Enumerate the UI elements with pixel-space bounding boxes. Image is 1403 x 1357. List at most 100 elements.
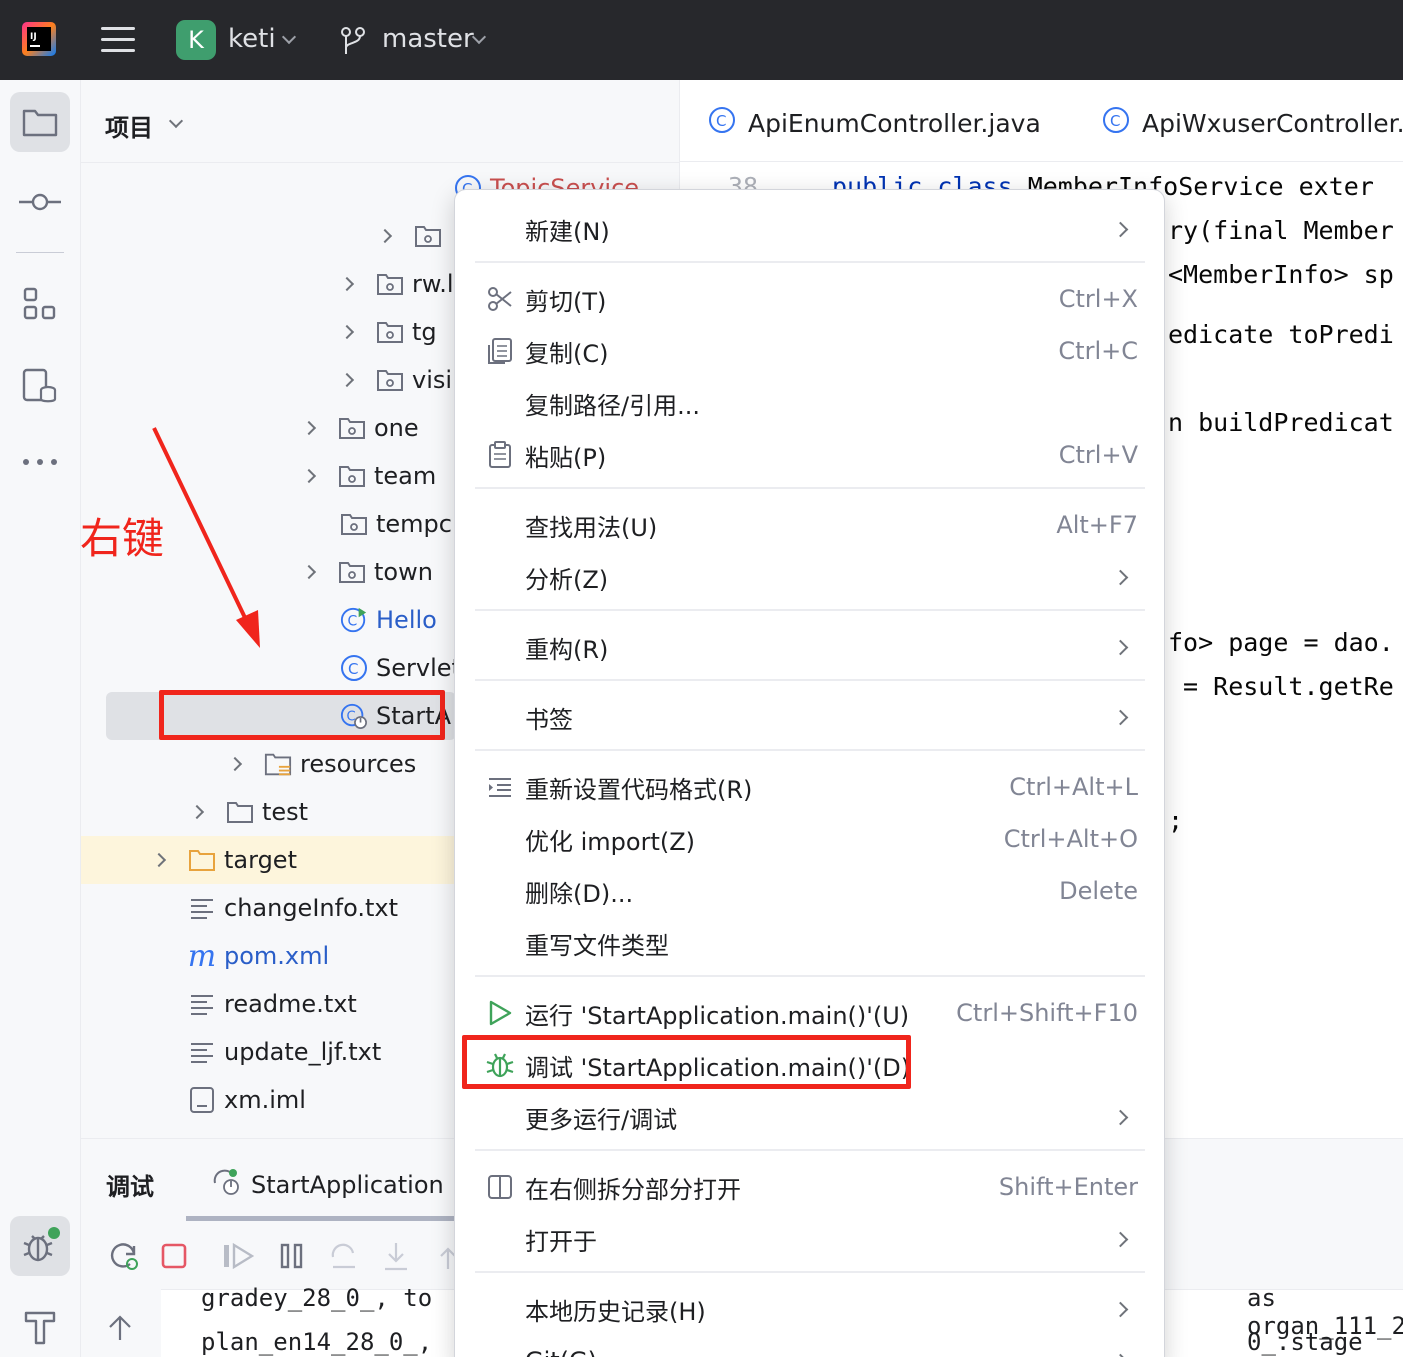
chevron-down-icon[interactable] xyxy=(281,29,297,45)
step-over-icon[interactable] xyxy=(327,1239,361,1273)
chevron-right-icon[interactable] xyxy=(339,276,355,292)
chevron-right-icon[interactable] xyxy=(301,420,317,436)
menu-item-open-in-split[interactable]: 在右侧拆分部分打开 Shift+Enter xyxy=(455,1161,1164,1213)
tree-item-tempc[interactable]: tempc xyxy=(340,500,452,548)
chevron-right-icon xyxy=(1112,1231,1129,1247)
console-line: plan_en14_28_0_, xyxy=(201,1328,433,1356)
code-line[interactable]: n buildPredicat xyxy=(1168,408,1394,437)
chevron-down-icon[interactable] xyxy=(471,29,487,45)
tree-item-one[interactable]: one xyxy=(301,404,419,452)
menu-item-find-usages[interactable]: 查找用法(U) Alt+F7 xyxy=(455,499,1164,551)
chevron-right-icon[interactable] xyxy=(151,852,167,868)
tree-item-hello[interactable]: C Hello xyxy=(340,596,437,644)
scroll-up-icon[interactable] xyxy=(103,1311,137,1345)
menu-item-more-run-debug[interactable]: 更多运行/调试 xyxy=(455,1091,1164,1143)
intellij-logo-icon[interactable]: IJ xyxy=(22,22,56,56)
menu-item-analyze[interactable]: 分析(Z) xyxy=(455,551,1164,603)
menu-item-local-history[interactable]: 本地历史记录(H) xyxy=(455,1283,1164,1335)
menu-item-open-in[interactable]: 打开于 xyxy=(455,1213,1164,1265)
commit-tool-button[interactable] xyxy=(10,172,70,232)
menu-item-delete[interactable]: 删除(D)... Delete xyxy=(455,865,1164,917)
debug-bug-icon xyxy=(23,1227,60,1262)
chevron-right-icon[interactable] xyxy=(339,324,355,340)
tab-apiwxusercontroller[interactable]: C ApiWxuserController.ja xyxy=(1102,106,1403,140)
package-icon xyxy=(376,366,404,394)
tab-startapplication[interactable]: StartApplication xyxy=(211,1167,444,1203)
chevron-right-icon[interactable] xyxy=(189,804,205,820)
code-line[interactable]: ry(final Member xyxy=(1168,216,1394,245)
code-line[interactable]: ; xyxy=(1168,806,1183,835)
maven-icon: m xyxy=(187,938,217,974)
project-panel-title[interactable]: 项目 xyxy=(105,108,153,143)
code-line[interactable]: <MemberInfo> sp xyxy=(1168,260,1394,289)
copy-icon xyxy=(485,336,515,366)
commit-icon xyxy=(19,193,61,211)
stop-icon[interactable] xyxy=(157,1239,191,1273)
code-line[interactable]: = Result.getRe xyxy=(1168,672,1394,701)
package-icon xyxy=(338,558,366,586)
tree-item-resources[interactable]: resources xyxy=(227,740,416,788)
tree-item-team[interactable]: team xyxy=(301,452,436,500)
chevron-right-icon[interactable] xyxy=(377,228,393,244)
menu-item-reformat-code[interactable]: 重新设置代码格式(R) Ctrl+Alt+L xyxy=(455,761,1164,813)
menu-item-cut[interactable]: 剪切(T) Ctrl+X xyxy=(455,273,1164,325)
tree-item-update-ljf[interactable]: update_ljf.txt xyxy=(188,1028,381,1076)
tree-item-rw[interactable]: rw.l xyxy=(339,260,454,308)
menu-item-bookmarks[interactable]: 书签 xyxy=(455,691,1164,743)
branch-name[interactable]: master xyxy=(382,24,474,54)
tree-item-visi[interactable]: visi xyxy=(339,356,452,404)
tree-item-servlet[interactable]: C Servlet xyxy=(340,644,461,692)
hammer-icon xyxy=(24,1311,56,1345)
excluded-folder-icon xyxy=(188,846,216,874)
database-tool-button[interactable] xyxy=(10,356,70,416)
tab-apienumcontroller[interactable]: C ApiEnumController.java xyxy=(708,106,1041,140)
tree-item-readme[interactable]: readme.txt xyxy=(188,980,357,1028)
more-tools-button[interactable] xyxy=(10,432,70,492)
menu-item-copy[interactable]: 复制(C) Ctrl+C xyxy=(455,325,1164,377)
resume-icon[interactable] xyxy=(221,1239,255,1273)
code-line[interactable]: edicate toPredi xyxy=(1168,320,1394,349)
annotation-highlight-box xyxy=(462,1035,911,1089)
tree-item-xm-iml[interactable]: xm.iml xyxy=(188,1076,306,1124)
tree-item-target[interactable]: target xyxy=(151,836,297,884)
chevron-down-icon[interactable] xyxy=(168,113,184,129)
pause-icon[interactable] xyxy=(275,1239,309,1273)
tree-item-town[interactable]: town xyxy=(301,548,433,596)
menu-item-refactor[interactable]: 重构(R) xyxy=(455,621,1164,673)
menu-item-git[interactable]: Git(G) xyxy=(455,1335,1164,1357)
rerun-debug-icon[interactable] xyxy=(107,1239,141,1273)
text-file-icon xyxy=(188,990,216,1018)
svg-text:C: C xyxy=(348,660,358,678)
tree-item-package[interactable] xyxy=(377,212,450,260)
menu-item-run[interactable]: 运行 'StartApplication.main()'(U) Ctrl+Shif… xyxy=(455,987,1164,1039)
chevron-right-icon[interactable] xyxy=(227,756,243,772)
menu-item-optimize-imports[interactable]: 优化 import(Z) Ctrl+Alt+O xyxy=(455,813,1164,865)
tree-item-test[interactable]: test xyxy=(189,788,308,836)
debug-tool-button[interactable] xyxy=(10,1216,70,1276)
chevron-right-icon[interactable] xyxy=(339,372,355,388)
package-icon xyxy=(340,510,368,538)
tree-item-tg[interactable]: tg xyxy=(339,308,437,356)
project-name[interactable]: keti xyxy=(228,24,276,54)
step-into-icon[interactable] xyxy=(379,1239,413,1273)
editor-tab-bar: C ApiEnumController.java C ApiWxuserCont… xyxy=(680,80,1403,162)
tool-window-strip xyxy=(0,80,81,1357)
menu-item-override-file-type[interactable]: 重写文件类型 xyxy=(455,917,1164,969)
build-tool-button[interactable] xyxy=(10,1296,70,1356)
structure-tool-button[interactable] xyxy=(10,274,70,334)
menu-item-paste[interactable]: 粘贴(P) Ctrl+V xyxy=(455,429,1164,481)
debug-panel-title[interactable]: 调试 xyxy=(106,1167,154,1202)
scissors-icon xyxy=(485,284,515,314)
tree-item-pom[interactable]: m pom.xml xyxy=(188,932,329,980)
menu-item-copy-path[interactable]: 复制路径/引用... xyxy=(455,377,1164,429)
paste-icon xyxy=(485,440,515,470)
code-line[interactable]: fo> page = dao. xyxy=(1168,628,1394,657)
git-branch-icon[interactable] xyxy=(340,26,366,56)
chevron-right-icon[interactable] xyxy=(301,468,317,484)
project-tool-button[interactable] xyxy=(10,92,70,152)
main-menu-button[interactable] xyxy=(101,27,135,55)
project-badge[interactable]: K xyxy=(176,20,216,60)
menu-item-new[interactable]: 新建(N) xyxy=(455,203,1164,255)
tree-item-changeinfo[interactable]: changeInfo.txt xyxy=(188,884,398,932)
chevron-right-icon[interactable] xyxy=(301,564,317,580)
